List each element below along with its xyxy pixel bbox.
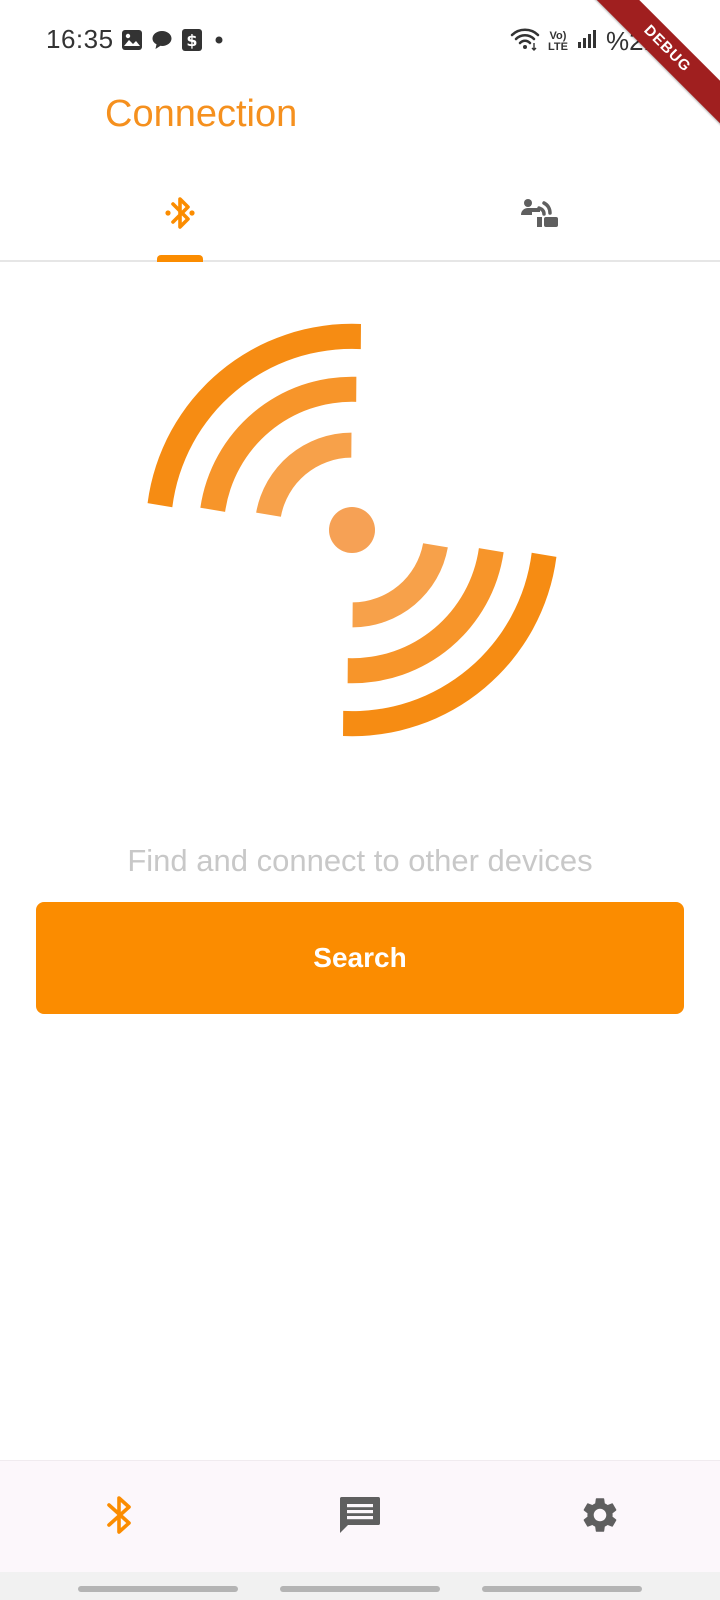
gesture-pill-left[interactable]: [78, 1586, 238, 1592]
nearby-share-icon: [518, 193, 562, 238]
page-title: Connection: [105, 93, 298, 135]
search-button-label: Search: [313, 942, 407, 973]
volte-bottom-text: LTE: [548, 40, 568, 53]
gesture-pill-center[interactable]: [280, 1586, 440, 1592]
tab-bar: [0, 170, 720, 262]
signal-icon: [576, 28, 598, 55]
nav-item-connection[interactable]: [0, 1461, 240, 1573]
volte-icon: Vo) LTE: [548, 29, 568, 53]
nav-item-settings[interactable]: [480, 1461, 720, 1573]
chat-icon: [151, 29, 173, 56]
bluetooth-icon: [162, 193, 198, 238]
bottom-navigation: [0, 1460, 720, 1573]
app-screen: 16:35 $ Vo) LTE %21 DEBUG Connection Fin…: [0, 0, 720, 1600]
settings-gear-icon: [579, 1494, 621, 1541]
search-button[interactable]: Search: [36, 902, 684, 1014]
gallery-icon: [121, 29, 143, 56]
dollar-icon: $: [181, 28, 203, 57]
notification-icons: $: [121, 28, 227, 57]
tab-nearby-share[interactable]: [360, 170, 720, 260]
status-time: 16:35: [46, 24, 114, 54]
subtitle-text: Find and connect to other devices: [127, 843, 593, 878]
volte-top-text: Vo): [549, 29, 567, 42]
nav-item-messages[interactable]: [240, 1461, 480, 1573]
system-gesture-bar: [0, 1572, 720, 1600]
svg-text:$: $: [186, 31, 197, 50]
message-icon: [338, 1493, 382, 1542]
bluetooth-icon: [102, 1494, 138, 1541]
tab-indicator: [157, 255, 203, 262]
tab-bluetooth[interactable]: [0, 170, 360, 262]
gesture-pill-right[interactable]: [482, 1586, 642, 1592]
radio-waves-icon: [140, 320, 580, 750]
wifi-icon: [510, 27, 540, 56]
dot-icon: [211, 32, 227, 53]
